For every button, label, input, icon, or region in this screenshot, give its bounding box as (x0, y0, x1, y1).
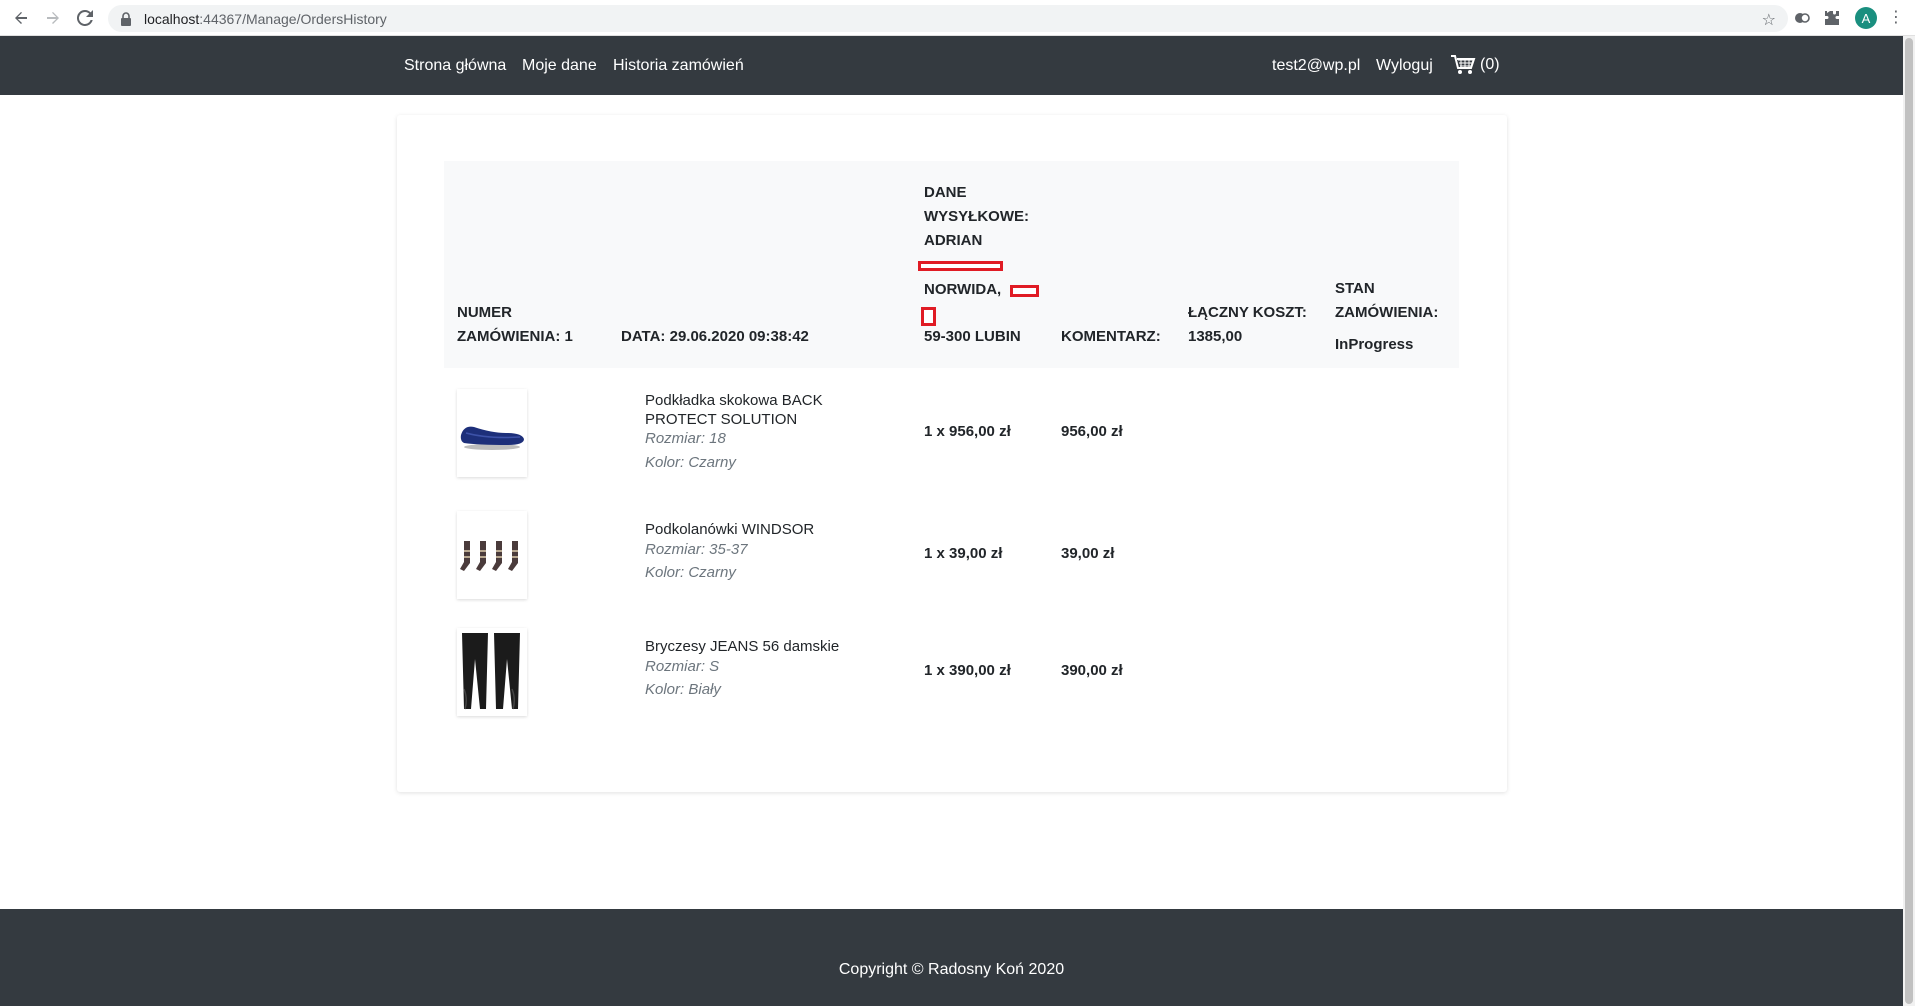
nav-link-order-history[interactable]: Historia zamówień (613, 57, 744, 75)
redacted-block (1010, 285, 1039, 297)
comment-label: KOMENTARZ: (1061, 328, 1161, 345)
product-name[interactable]: Podkolanówki WINDSOR (645, 520, 875, 539)
scrollbar-thumb[interactable] (1905, 38, 1913, 1004)
order-number-label: NUMER ZAMÓWIENIA: 1 (457, 304, 573, 345)
page-scrollbar[interactable] (1903, 36, 1915, 1006)
nav-link-home[interactable]: Strona główna (404, 57, 506, 75)
copyright-text: Copyright © Radosny Koń 2020 (838, 961, 1065, 978)
item-qty-price: 1 x 956,00 zł (924, 423, 1011, 440)
logout-link[interactable]: Wyloguj (1376, 57, 1433, 75)
order-status-label: STAN ZAMÓWIENIA: (1335, 280, 1439, 321)
product-color: Kolor: Czarny (645, 454, 736, 471)
item-qty-price: 1 x 39,00 zł (924, 545, 1003, 562)
extension-icon[interactable] (1792, 8, 1812, 28)
cart-link[interactable]: (0) (1450, 54, 1500, 76)
item-qty-price: 1 x 390,00 zł (924, 662, 1011, 679)
product-size: Rozmiar: 35-37 (645, 541, 748, 558)
product-size: Rozmiar: S (645, 658, 720, 675)
product-image-socks[interactable] (457, 511, 527, 599)
total-cost: ŁĄCZNY KOSZT: 1385,00 (1188, 304, 1307, 345)
product-image-breeches[interactable] (457, 628, 527, 716)
product-name[interactable]: Podkładka skokowa BACK PROTECT SOLUTION (645, 391, 875, 429)
main-navbar: Strona główna Moje dane Historia zamówie… (0, 36, 1903, 95)
redacted-block (918, 261, 1003, 271)
product-size: Rozmiar: 18 (645, 430, 726, 447)
back-arrow-icon[interactable] (9, 6, 33, 30)
shipping-city: 59-300 LUBIN (924, 328, 1021, 345)
shipping-data: DANE WYSYŁKOWE: ADRIAN (924, 184, 1029, 249)
redacted-block (921, 307, 936, 326)
cart-icon (1451, 55, 1476, 74)
product-image-back-pad[interactable] (457, 389, 527, 477)
product-color: Kolor: Biały (645, 681, 721, 698)
address-bar[interactable]: localhost:44367/Manage/OrdersHistory ☆ (108, 5, 1788, 32)
shipping-street: NORWIDA, (924, 281, 1002, 298)
item-total: 390,00 zł (1061, 662, 1123, 679)
browser-toolbar: localhost:44367/Manage/OrdersHistory ☆ A… (0, 0, 1915, 36)
product-name[interactable]: Bryczesy JEANS 56 damskie (645, 637, 875, 656)
order-status-value: InProgress (1335, 336, 1414, 353)
nav-link-my-data[interactable]: Moje dane (522, 57, 597, 75)
user-email-link[interactable]: test2@wp.pl (1272, 57, 1360, 75)
browser-menu-icon[interactable]: ⋮ (1888, 8, 1904, 28)
url-path: :44367/Manage/OrdersHistory (199, 10, 387, 27)
footer: Copyright © Radosny Koń 2020 (0, 909, 1903, 1006)
lock-icon (120, 11, 134, 26)
puzzle-icon[interactable] (1822, 8, 1842, 28)
cart-count: (0) (1480, 56, 1500, 73)
forward-arrow-icon[interactable] (41, 6, 65, 30)
item-total: 39,00 zł (1061, 545, 1115, 562)
order-date: DATA: 29.06.2020 09:38:42 (621, 328, 809, 345)
url-host: localhost (144, 10, 200, 27)
reload-icon[interactable] (73, 6, 97, 30)
item-total: 956,00 zł (1061, 423, 1123, 440)
profile-avatar[interactable]: A (1855, 7, 1877, 29)
bookmark-star-icon[interactable]: ☆ (1762, 10, 1776, 30)
product-color: Kolor: Czarny (645, 564, 736, 581)
